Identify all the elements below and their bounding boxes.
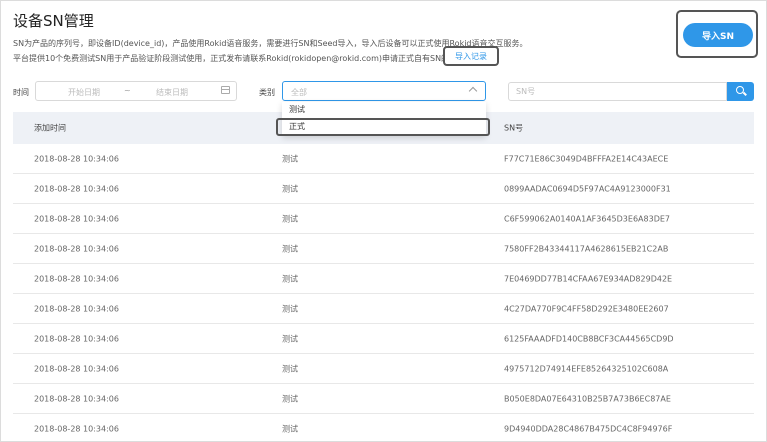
category-dropdown: 测试 正式 <box>282 102 486 136</box>
cell-category: 测试 <box>282 244 298 253</box>
page-title: 设备SN管理 <box>13 12 94 30</box>
header-sn: SN号 <box>504 123 524 133</box>
table-row: 2018-08-28 10:34:06 测试 9D4940DDA28C4867B47… <box>13 414 754 441</box>
import-sn-button[interactable]: 导入SN <box>683 23 753 47</box>
cell-category: 测试 <box>282 184 298 193</box>
cell-sn: 7E0469DD77B14CFAA67E934AD829D42E <box>504 274 673 283</box>
table-row: 2018-08-28 10:34:06 测试 0899AADAC0694D5F97A… <box>13 174 754 204</box>
date-range-picker[interactable]: 开始日期 ~ 结束日期 <box>35 81 237 101</box>
cell-sn: B050E8DA07E64310B25B7A73B6EC87AE <box>504 394 671 403</box>
end-date-placeholder: 结束日期 <box>156 88 188 97</box>
cell-sn: 4C27DA770F9C4FF58D292E3480EE2607 <box>504 304 669 313</box>
cell-sn: C6F599062A0140A1AF3645D3E6A83DE7 <box>504 214 670 223</box>
table-row: 2018-08-28 10:34:06 测试 F77C71E86C3049D4BFF… <box>13 144 754 174</box>
cell-category: 测试 <box>282 364 298 373</box>
time-label: 时间 <box>13 88 29 97</box>
cell-added-time: 2018-08-28 10:34:06 <box>34 244 119 253</box>
cell-added-time: 2018-08-28 10:34:06 <box>34 184 119 193</box>
chevron-up-icon <box>468 86 478 96</box>
cell-category: 测试 <box>282 394 298 403</box>
table-row: 2018-08-28 10:34:06 测试 7580FF2B43344117A46… <box>13 234 754 264</box>
calendar-icon <box>221 86 230 94</box>
cell-category: 测试 <box>282 154 298 163</box>
cell-sn: 6125FAAADFD140CB8BCF3CA44565CD9D <box>504 334 674 343</box>
cell-category: 测试 <box>282 274 298 283</box>
cell-sn: 7580FF2B43344117A4628615EB21C2AB <box>504 244 669 253</box>
cell-sn: F77C71E86C3049D4BFFFA2E14C43AECE <box>504 154 669 163</box>
cell-sn: 9D4940DDA28C4867B475DC4C8F94976F <box>504 424 673 433</box>
cell-added-time: 2018-08-28 10:34:06 <box>34 394 119 403</box>
cell-sn: 0899AADAC0694D5F97AC4A9123000F31 <box>504 184 671 193</box>
table-row: 2018-08-28 10:34:06 测试 B050E8DA07E64310B25… <box>13 384 754 414</box>
cell-category: 测试 <box>282 214 298 223</box>
start-date-placeholder: 开始日期 <box>68 88 100 97</box>
sn-table: 添加时间 类别 SN号 2018-08-28 10:34:06测试F77C71E… <box>13 112 754 441</box>
range-separator: ~ <box>124 86 131 95</box>
category-label: 类别 <box>259 88 275 97</box>
category-option-formal[interactable]: 正式 <box>282 119 486 135</box>
cell-category: 测试 <box>282 304 298 313</box>
table-row: 2018-08-28 10:34:06 测试 6125FAAADFD140CB8BC… <box>13 324 754 354</box>
description-line-2: 平台提供10个免费测试SN用于产品验证阶段测试使用，正式发布请联系Rokid(r… <box>13 54 474 63</box>
category-option-test[interactable]: 测试 <box>282 102 486 118</box>
table-row: 2018-08-28 10:34:06 测试 4C27DA770F9C4FF58D2… <box>13 294 754 324</box>
header-added-time: 添加时间 <box>34 123 66 133</box>
cell-added-time: 2018-08-28 10:34:06 <box>34 304 119 313</box>
import-record-link[interactable]: 导入记录 <box>443 46 499 66</box>
sn-search-input[interactable]: SN号 <box>508 82 727 101</box>
category-select-value: 全部 <box>291 88 307 97</box>
category-select[interactable]: 全部 <box>282 81 486 101</box>
cell-added-time: 2018-08-28 10:34:06 <box>34 214 119 223</box>
cell-added-time: 2018-08-28 10:34:06 <box>34 424 119 433</box>
cell-category: 测试 <box>282 424 298 433</box>
cell-added-time: 2018-08-28 10:34:06 <box>34 154 119 163</box>
table-row: 2018-08-28 10:34:06 测试 7E0469DD77B14CFAA67… <box>13 264 754 294</box>
cell-sn: 4975712D74914EFE85264325102C608A <box>504 364 669 373</box>
search-button[interactable] <box>727 82 754 101</box>
table-row: 2018-08-28 10:34:06 测试 4975712D74914EFE852… <box>13 354 754 384</box>
cell-category: 测试 <box>282 334 298 343</box>
cell-added-time: 2018-08-28 10:34:06 <box>34 334 119 343</box>
table-row: 2018-08-28 10:34:06 测试 C6F599062A0140A1AF3… <box>13 204 754 234</box>
search-icon-handle <box>743 91 747 96</box>
cell-added-time: 2018-08-28 10:34:06 <box>34 274 119 283</box>
table-body: 2018-08-28 10:34:06 测试 F77C71E86C3049D4BFF… <box>13 144 754 441</box>
cell-added-time: 2018-08-28 10:34:06 <box>34 364 119 373</box>
page-container: 设备SN管理 SN为产品的序列号，即设备ID(device_id)，产品使用Ro… <box>0 0 767 442</box>
